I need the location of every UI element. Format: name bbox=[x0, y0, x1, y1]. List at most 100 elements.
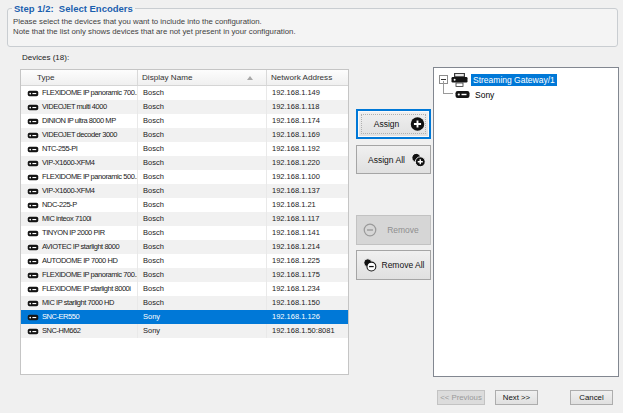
plus-circles-icon bbox=[411, 152, 426, 167]
description-line-2: Note that the list only shows devices th… bbox=[13, 27, 617, 37]
cell-network-address: 192.168.1.126 bbox=[267, 310, 348, 324]
cell-network-address: 192.168.1.141 bbox=[267, 226, 348, 240]
table-row[interactable]: NTC-255-PIBosch192.168.1.192 bbox=[21, 142, 348, 156]
next-button[interactable]: Next >> bbox=[495, 390, 538, 405]
table-row[interactable]: MIC IP starlight 7000 HDBosch192.168.1.1… bbox=[21, 296, 348, 310]
remove-button[interactable]: Remove bbox=[356, 215, 431, 245]
cell-display-name: Bosch bbox=[138, 170, 267, 184]
cell-display-name: Sony bbox=[138, 310, 267, 324]
table-row[interactable]: VIDEOJET decoder 3000Bosch192.168.1.169 bbox=[21, 128, 348, 142]
step-title: Step 1/2: Select Encoders bbox=[12, 3, 135, 14]
cell-display-name: Bosch bbox=[138, 226, 267, 240]
encoder-icon bbox=[27, 286, 39, 293]
cell-network-address: 192.168.1.50:8081 bbox=[267, 324, 348, 338]
tree-node-label[interactable]: Sony bbox=[473, 89, 496, 101]
encoder-icon bbox=[27, 244, 39, 251]
table-body: FLEXIDOME IP panoramic 700..Bosch192.168… bbox=[21, 86, 348, 338]
cell-network-address: 192.168.1.175 bbox=[267, 268, 348, 282]
table-row[interactable]: NDC-225-PBosch192.168.1.21 bbox=[21, 198, 348, 212]
cell-network-address: 192.168.1.117 bbox=[267, 212, 348, 226]
encoder-icon bbox=[27, 118, 39, 125]
select-encoders-dialog: Step 1/2: Select Encoders Please select … bbox=[0, 0, 623, 413]
assign-button[interactable]: Assign bbox=[356, 109, 431, 139]
cell-display-name: Bosch bbox=[138, 128, 267, 142]
tree-node-streaming-gateway[interactable]: Streaming Gateway/1 bbox=[434, 72, 618, 87]
cell-type: VIDEOJET multi 4000 bbox=[21, 100, 138, 114]
encoder-icon bbox=[27, 104, 39, 111]
table-row[interactable]: SNC-ER550Sony192.168.1.126 bbox=[21, 310, 348, 324]
cell-type: MIC inteox 7100i bbox=[21, 212, 138, 226]
previous-button[interactable]: << Previous bbox=[437, 390, 485, 405]
encoder-icon bbox=[27, 272, 39, 279]
encoder-icon bbox=[27, 132, 39, 139]
column-header-type[interactable]: Type bbox=[21, 70, 138, 85]
gateway-icon bbox=[451, 73, 468, 87]
cell-display-name: Bosch bbox=[138, 268, 267, 282]
cell-type: AUTODOME IP 7000 HD bbox=[21, 254, 138, 268]
cell-display-name: Bosch bbox=[138, 296, 267, 310]
column-header-network-address[interactable]: Network Address bbox=[267, 70, 348, 85]
table-row[interactable]: VIP-X1600-XFM4Bosch192.168.1.137 bbox=[21, 184, 348, 198]
table-header: Type Display Name Network Address bbox=[21, 70, 348, 86]
table-row[interactable]: TINYON IP 2000 PIRBosch192.168.1.141 bbox=[21, 226, 348, 240]
sort-ascending-icon bbox=[247, 76, 253, 80]
cell-type: TINYON IP 2000 PIR bbox=[21, 226, 138, 240]
tree-node-sony[interactable]: Sony bbox=[434, 87, 618, 102]
cell-display-name: Bosch bbox=[138, 282, 267, 296]
encoder-icon bbox=[27, 258, 39, 265]
cell-network-address: 192.168.1.118 bbox=[267, 100, 348, 114]
table-row[interactable]: SNC-HM662Sony192.168.1.50:8081 bbox=[21, 324, 348, 338]
cell-display-name: Bosch bbox=[138, 156, 267, 170]
table-row[interactable]: DINION IP ultra 8000 MPBosch192.168.1.17… bbox=[21, 114, 348, 128]
table-row[interactable]: VIDEOJET multi 4000Bosch192.168.1.118 bbox=[21, 100, 348, 114]
table-row[interactable]: AUTODOME IP 7000 HDBosch192.168.1.225 bbox=[21, 254, 348, 268]
cell-network-address: 192.168.1.234 bbox=[267, 282, 348, 296]
plus-circle-icon bbox=[410, 117, 425, 132]
cell-type: DINION IP ultra 8000 MP bbox=[21, 114, 138, 128]
cell-type: SNC-ER550 bbox=[21, 310, 138, 324]
cell-type: VIP-X1600-XFM4 bbox=[21, 184, 138, 198]
encoder-icon bbox=[27, 328, 39, 335]
cell-display-name: Bosch bbox=[138, 198, 267, 212]
cell-type: VIDEOJET decoder 3000 bbox=[21, 128, 138, 142]
remove-all-button[interactable]: Remove All bbox=[356, 250, 431, 280]
cell-type: FLEXIDOME IP panoramic 700.. bbox=[21, 86, 138, 100]
table-row[interactable]: FLEXIDOME IP panoramic 500..Bosch192.168… bbox=[21, 170, 348, 184]
cell-network-address: 192.168.1.220 bbox=[267, 156, 348, 170]
encoder-icon bbox=[27, 90, 39, 97]
table-row[interactable]: FLEXIDOME IP panoramic 700..Bosch192.168… bbox=[21, 268, 348, 282]
minus-circles-icon bbox=[363, 258, 377, 272]
device-table: Type Display Name Network Address FLEXID… bbox=[20, 69, 349, 375]
table-row[interactable]: FLEXIDOME IP panoramic 700..Bosch192.168… bbox=[21, 86, 348, 100]
cell-display-name: Bosch bbox=[138, 254, 267, 268]
cell-network-address: 192.168.1.100 bbox=[267, 170, 348, 184]
cell-type: SNC-HM662 bbox=[21, 324, 138, 338]
assigned-devices-tree: Streaming Gateway/1 Sony bbox=[433, 67, 619, 377]
cell-display-name: Bosch bbox=[138, 184, 267, 198]
encoder-icon bbox=[455, 90, 470, 99]
cancel-button[interactable]: Cancel bbox=[570, 390, 613, 405]
encoder-icon bbox=[27, 146, 39, 153]
cell-network-address: 192.168.1.149 bbox=[267, 86, 348, 100]
table-row[interactable]: MIC inteox 7100iBosch192.168.1.117 bbox=[21, 212, 348, 226]
cell-display-name: Bosch bbox=[138, 114, 267, 128]
cell-display-name: Bosch bbox=[138, 100, 267, 114]
tree-node-label[interactable]: Streaming Gateway/1 bbox=[471, 74, 557, 86]
table-row[interactable]: AVIOTEC IP starlight 8000Bosch192.168.1.… bbox=[21, 240, 348, 254]
cell-type: FLEXIDOME IP panoramic 500.. bbox=[21, 170, 138, 184]
description-line-1: Please select the devices that you want … bbox=[13, 17, 617, 27]
cell-type: MIC IP starlight 7000 HD bbox=[21, 296, 138, 310]
assign-all-button[interactable]: Assign All bbox=[356, 145, 431, 174]
tree-connector bbox=[443, 81, 453, 94]
encoder-icon bbox=[27, 188, 39, 195]
devices-count-label: Devices (18): bbox=[22, 53, 69, 62]
encoder-icon bbox=[27, 230, 39, 237]
cell-network-address: 192.168.1.192 bbox=[267, 142, 348, 156]
cell-display-name: Bosch bbox=[138, 142, 267, 156]
column-header-display-name[interactable]: Display Name bbox=[138, 70, 267, 85]
table-row[interactable]: VIP-X1600-XFM4Bosch192.168.1.220 bbox=[21, 156, 348, 170]
cell-type: FLEXIDOME IP panoramic 700.. bbox=[21, 268, 138, 282]
cell-type: FLEXIDOME IP starlight 8000i bbox=[21, 282, 138, 296]
encoder-icon bbox=[27, 160, 39, 167]
table-row[interactable]: FLEXIDOME IP starlight 8000iBosch192.168… bbox=[21, 282, 348, 296]
